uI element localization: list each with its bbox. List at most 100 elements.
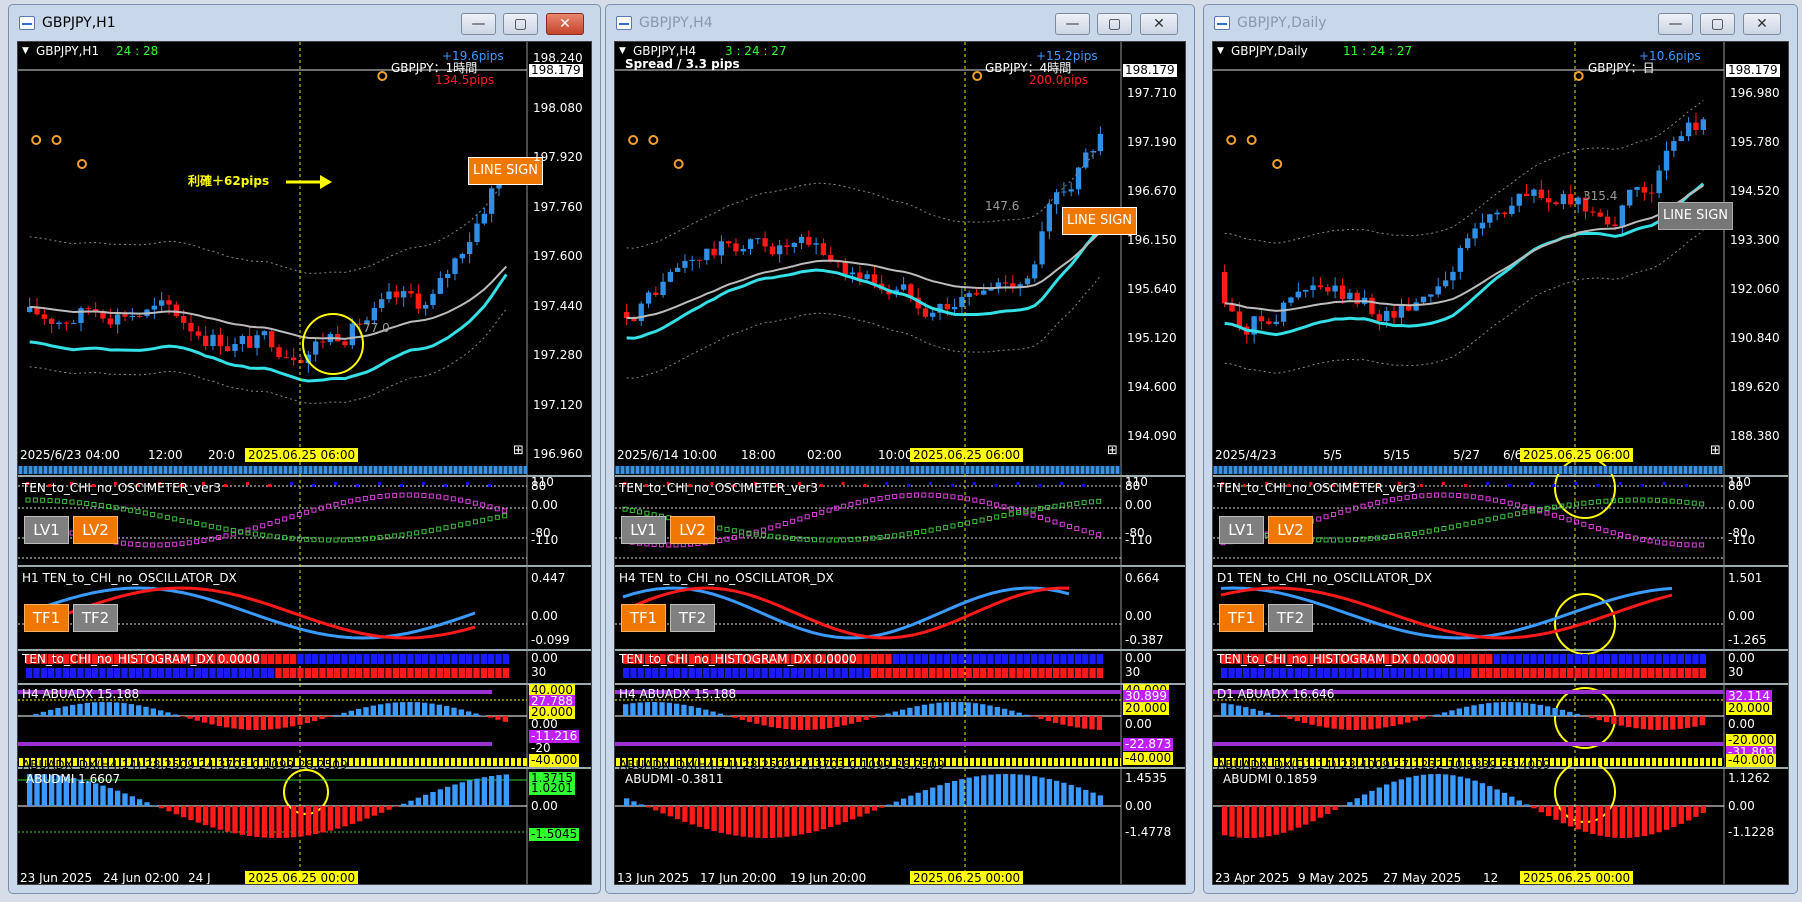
time-axis-label: 2025/4/23	[1215, 448, 1277, 462]
dx-axis-label: 0.00	[1728, 609, 1755, 623]
oscillator-dx-title: H4 TEN_to_CHI_no_OSCILLATOR_DX	[619, 571, 834, 585]
histogram-title: TEN_to_CHI_no_HISTOGRAM_DX 0.0000	[1217, 652, 1455, 666]
chart-menu-triangle-icon[interactable]: ▼	[1217, 45, 1224, 58]
hist-axis-label: 0.00	[1125, 651, 1152, 665]
abudmi-title: ABUDMI 0.1859	[1223, 772, 1318, 786]
abuadx-title: D1 ABUADX 16.646	[1217, 687, 1335, 701]
countdown-timer: 24 : 28	[116, 44, 159, 58]
time-axis-label: 5/15	[1383, 448, 1410, 462]
dx-axis-label: 0.00	[531, 609, 558, 623]
price-axis-label: 194.600	[1127, 380, 1177, 394]
oscillator-dx-title: D1 TEN_to_CHI_no_OSCILLATOR_DX	[1217, 571, 1432, 585]
window-title: GBPJPY,Daily	[1237, 15, 1327, 31]
time-axis-label: 20:0	[208, 448, 235, 462]
current-price-box: 198.179	[1726, 63, 1780, 77]
line-sign-button[interactable]: LINE SIGN	[1658, 202, 1733, 230]
dmi-axis-label: 1.1262	[1728, 771, 1770, 785]
chart-menu-triangle-icon[interactable]: ▼	[22, 45, 29, 58]
minimize-button[interactable]: —	[1658, 13, 1693, 35]
dx-axis-label: -0.099	[531, 633, 570, 647]
time-axis-label: 02:00	[807, 448, 842, 462]
lv2-button[interactable]: LV2	[73, 516, 118, 544]
close-button[interactable]: ✕	[546, 13, 584, 35]
chart-client-area[interactable]: ▼ GBPJPY,H4 3 : 24 : 27 Spread / 3.3 pips +1…	[614, 41, 1186, 885]
chart-window-icon	[19, 16, 35, 30]
price-axis-label: 195.640	[1127, 282, 1177, 296]
side-value: 147.6	[985, 199, 1020, 213]
bottom-axis-label: 27 May 2025	[1383, 871, 1462, 885]
crosshair-icon[interactable]: ⊞	[1107, 444, 1118, 457]
price-axis-label: 196.150	[1127, 233, 1177, 247]
minimize-button[interactable]: —	[1055, 13, 1090, 35]
maximize-button[interactable]: ▢	[1097, 13, 1132, 35]
timeframe-label: GBPJPY：1時間	[391, 61, 478, 75]
price-axis-label: 197.440	[533, 298, 583, 313]
abudmi-title: ABUDMI -0.3811	[625, 772, 724, 786]
title-bar[interactable]: GBPJPY,Daily — ▢ ✕	[1204, 5, 1797, 41]
time-axis-label: 2025/6/23 04:00	[20, 448, 120, 462]
abudmi-title: ABUDMI 1.6607	[26, 772, 121, 786]
current-price-box: 198.179	[529, 63, 583, 77]
line-sign-button[interactable]: LINE SIGN	[1062, 207, 1137, 235]
price-axis-label: 196.670	[1127, 184, 1177, 198]
bottom-axis-label: 24 J	[188, 871, 211, 885]
bottom-cursor-tag: 2025.06.25 00:00	[1520, 871, 1634, 884]
price-axis-label: 194.090	[1127, 429, 1177, 443]
tf2-button[interactable]: TF2	[73, 604, 118, 632]
symbol-label: GBPJPY,H1	[36, 44, 100, 58]
current-price-box: 198.179	[1123, 63, 1177, 77]
chart-client-area[interactable]: ▼ GBPJPY,H1 24 : 28 +19.6pips 134.5pips GBPJP…	[17, 41, 592, 885]
dmi-axis-label: 0.00	[1728, 799, 1755, 813]
maximize-button[interactable]: ▢	[1700, 13, 1735, 35]
timeframe-label: GBPJPY：日	[1588, 61, 1655, 75]
tf1-button[interactable]: TF1	[621, 604, 666, 632]
symbol-label: GBPJPY,Daily	[1231, 44, 1308, 58]
chart-client-area[interactable]: ▼ GBPJPY,Daily 11 : 24 : 27 +10.6pips GBPJPY…	[1212, 41, 1789, 885]
lv1-button[interactable]: LV1	[24, 516, 69, 544]
cursor-time-tag: 2025.06.25 06:00	[1520, 448, 1634, 462]
lv1-button[interactable]: LV1	[621, 516, 666, 544]
crosshair-icon[interactable]: ⊞	[1710, 444, 1721, 457]
time-axis-label: 5/27	[1453, 448, 1480, 462]
tf1-button[interactable]: TF1	[1219, 604, 1264, 632]
price-axis-label: 196.960	[533, 447, 583, 461]
close-button[interactable]: ✕	[1140, 13, 1178, 35]
osc-axis-label: 80	[531, 479, 547, 493]
price-axis-label: 192.060	[1730, 282, 1780, 296]
countdown-timer: 11 : 24 : 27	[1343, 44, 1413, 58]
close-button[interactable]: ✕	[1743, 13, 1781, 35]
abuadx-title: H4 ABUADX 15.188	[22, 687, 140, 701]
dx-axis-label: 0.447	[531, 571, 566, 585]
price-axis-label: 197.920	[533, 150, 583, 164]
chart-window-2: GBPJPY,H4 — ▢ ✕ ▼ GBPJPY,H4 3 : 24 : 27 Spread …	[605, 4, 1195, 894]
minimize-button[interactable]: —	[461, 13, 496, 35]
title-bar[interactable]: GBPJPY,H1 — ▢ ✕	[9, 5, 600, 41]
lv2-button[interactable]: LV2	[1268, 516, 1313, 544]
time-axis-label: 5/5	[1323, 448, 1343, 462]
chart-window-icon	[616, 16, 632, 30]
chart-window-icon	[1214, 16, 1230, 30]
adx-axis-label: -40.000	[529, 753, 580, 767]
price-axis-label: 195.780	[1730, 135, 1780, 149]
maximize-button[interactable]: ▢	[503, 13, 538, 35]
dmi-axis-label: 0.00	[1125, 799, 1152, 813]
tf1-button[interactable]: TF1	[24, 604, 69, 632]
price-axis-label: 189.620	[1730, 380, 1780, 394]
crosshair-icon[interactable]: ⊞	[513, 444, 524, 457]
tf2-button[interactable]: TF2	[670, 604, 715, 632]
line-sign-button[interactable]: LINE SIGN	[468, 157, 543, 185]
title-bar[interactable]: GBPJPY,H4 — ▢ ✕	[606, 5, 1194, 41]
lv2-button[interactable]: LV2	[670, 516, 715, 544]
chart-window-3: GBPJPY,Daily — ▢ ✕ ▼ GBPJPY,Daily 11 : 24 : 27…	[1203, 4, 1798, 894]
histogram-title: TEN_to_CHI_no_HISTOGRAM_DX 0.0000	[22, 652, 260, 666]
lv1-button[interactable]: LV1	[1219, 516, 1264, 544]
price-axis-label: 195.120	[1127, 331, 1177, 345]
price-axis-label: 196.980	[1730, 86, 1780, 100]
tf2-button[interactable]: TF2	[1268, 604, 1313, 632]
profit-annotation: 利確＋62pips	[188, 174, 270, 188]
dx-axis-label: -0.387	[1125, 633, 1164, 647]
dx-axis-label: 0.664	[1125, 571, 1160, 585]
osc-axis-label: 0.00	[1728, 498, 1755, 512]
dmi-axis-label: -1.1228	[1728, 825, 1775, 839]
adx-axis-label: -40.000	[1726, 753, 1777, 767]
